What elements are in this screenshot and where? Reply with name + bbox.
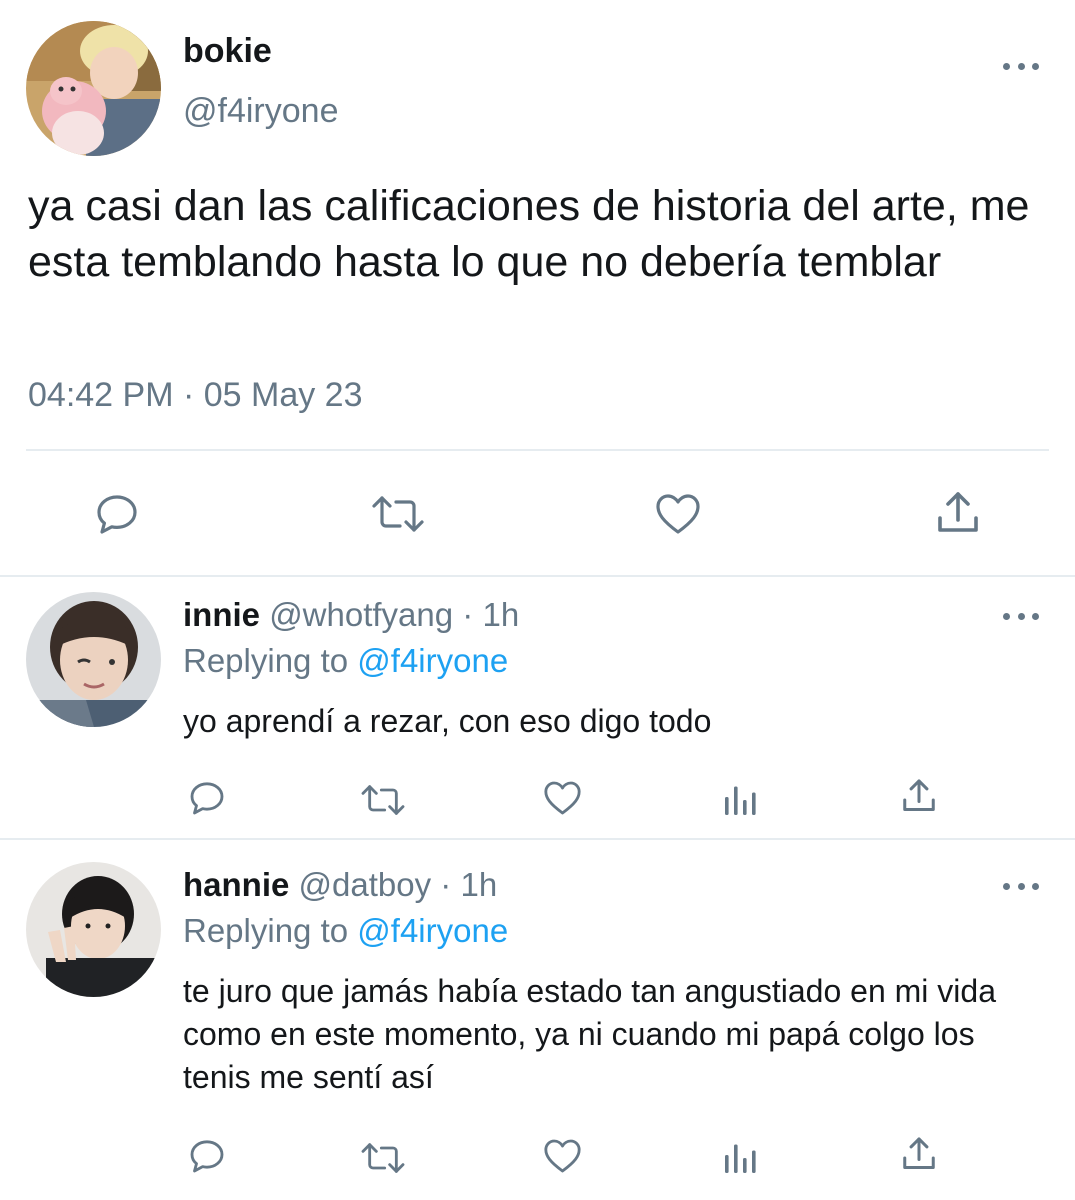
avatar-photo bbox=[26, 592, 161, 727]
share-icon[interactable] bbox=[934, 488, 982, 538]
divider bbox=[0, 575, 1075, 577]
avatar-photo bbox=[26, 21, 161, 156]
replying-to: Replying to @f4iryone bbox=[183, 642, 508, 680]
replying-to-label: Replying to bbox=[183, 642, 349, 679]
display-name[interactable]: innie bbox=[183, 596, 260, 633]
replying-to-label: Replying to bbox=[183, 912, 349, 949]
share-icon[interactable] bbox=[900, 1134, 938, 1174]
replying-to-handle-link[interactable]: @f4iryone bbox=[357, 642, 508, 679]
dot bbox=[1017, 882, 1025, 890]
dot bbox=[1017, 612, 1025, 620]
dot bbox=[1032, 882, 1039, 890]
tweet-text: ya casi dan las calificaciones de histor… bbox=[28, 182, 1030, 286]
reply-time[interactable]: 1h bbox=[482, 596, 519, 633]
dot bbox=[1017, 62, 1025, 70]
dot bbox=[1032, 62, 1039, 70]
replying-to-handle-link[interactable]: @f4iryone bbox=[357, 912, 508, 949]
dot bbox=[1003, 612, 1010, 620]
user-handle[interactable]: @f4iryone bbox=[183, 92, 338, 131]
dot bbox=[1032, 612, 1039, 620]
divider bbox=[0, 838, 1075, 840]
analytics-icon[interactable] bbox=[722, 782, 758, 818]
avatar-photo bbox=[26, 862, 161, 997]
more-options-icon[interactable] bbox=[1003, 56, 1039, 76]
reply-time[interactable]: 1h bbox=[460, 866, 497, 903]
separator: · bbox=[440, 866, 452, 903]
reply-text: te juro que jamás había estado tan angus… bbox=[183, 973, 996, 1095]
avatar[interactable] bbox=[26, 592, 161, 727]
display-name[interactable]: bokie bbox=[183, 32, 272, 71]
reply-header: hannie @datboy · 1h bbox=[183, 866, 497, 904]
user-handle[interactable]: @datboy bbox=[299, 866, 432, 903]
reply-icon[interactable] bbox=[187, 1136, 227, 1176]
like-icon[interactable] bbox=[541, 778, 584, 818]
divider bbox=[26, 449, 1049, 451]
like-icon[interactable] bbox=[541, 1136, 584, 1176]
dot bbox=[1003, 62, 1010, 70]
more-options-icon[interactable] bbox=[1003, 606, 1039, 626]
reply-icon[interactable] bbox=[93, 490, 141, 538]
separator: · bbox=[462, 596, 474, 633]
dot bbox=[1003, 882, 1010, 890]
tweet-timestamp[interactable]: 04:42 PM · 05 May 23 bbox=[28, 376, 363, 415]
more-options-icon[interactable] bbox=[1003, 876, 1039, 896]
avatar[interactable] bbox=[26, 21, 161, 156]
like-icon[interactable] bbox=[653, 490, 703, 538]
user-handle[interactable]: @whotfyang bbox=[269, 596, 453, 633]
reply-icon[interactable] bbox=[187, 778, 227, 818]
retweet-icon[interactable] bbox=[359, 1138, 407, 1178]
reply-text: yo aprendí a rezar, con eso digo todo bbox=[183, 703, 712, 739]
reply-header: innie @whotfyang · 1h bbox=[183, 596, 519, 634]
share-icon[interactable] bbox=[900, 776, 938, 816]
retweet-icon[interactable] bbox=[370, 490, 426, 538]
replying-to: Replying to @f4iryone bbox=[183, 912, 508, 950]
display-name[interactable]: hannie bbox=[183, 866, 289, 903]
analytics-icon[interactable] bbox=[722, 1140, 758, 1176]
avatar[interactable] bbox=[26, 862, 161, 997]
retweet-icon[interactable] bbox=[359, 780, 407, 820]
